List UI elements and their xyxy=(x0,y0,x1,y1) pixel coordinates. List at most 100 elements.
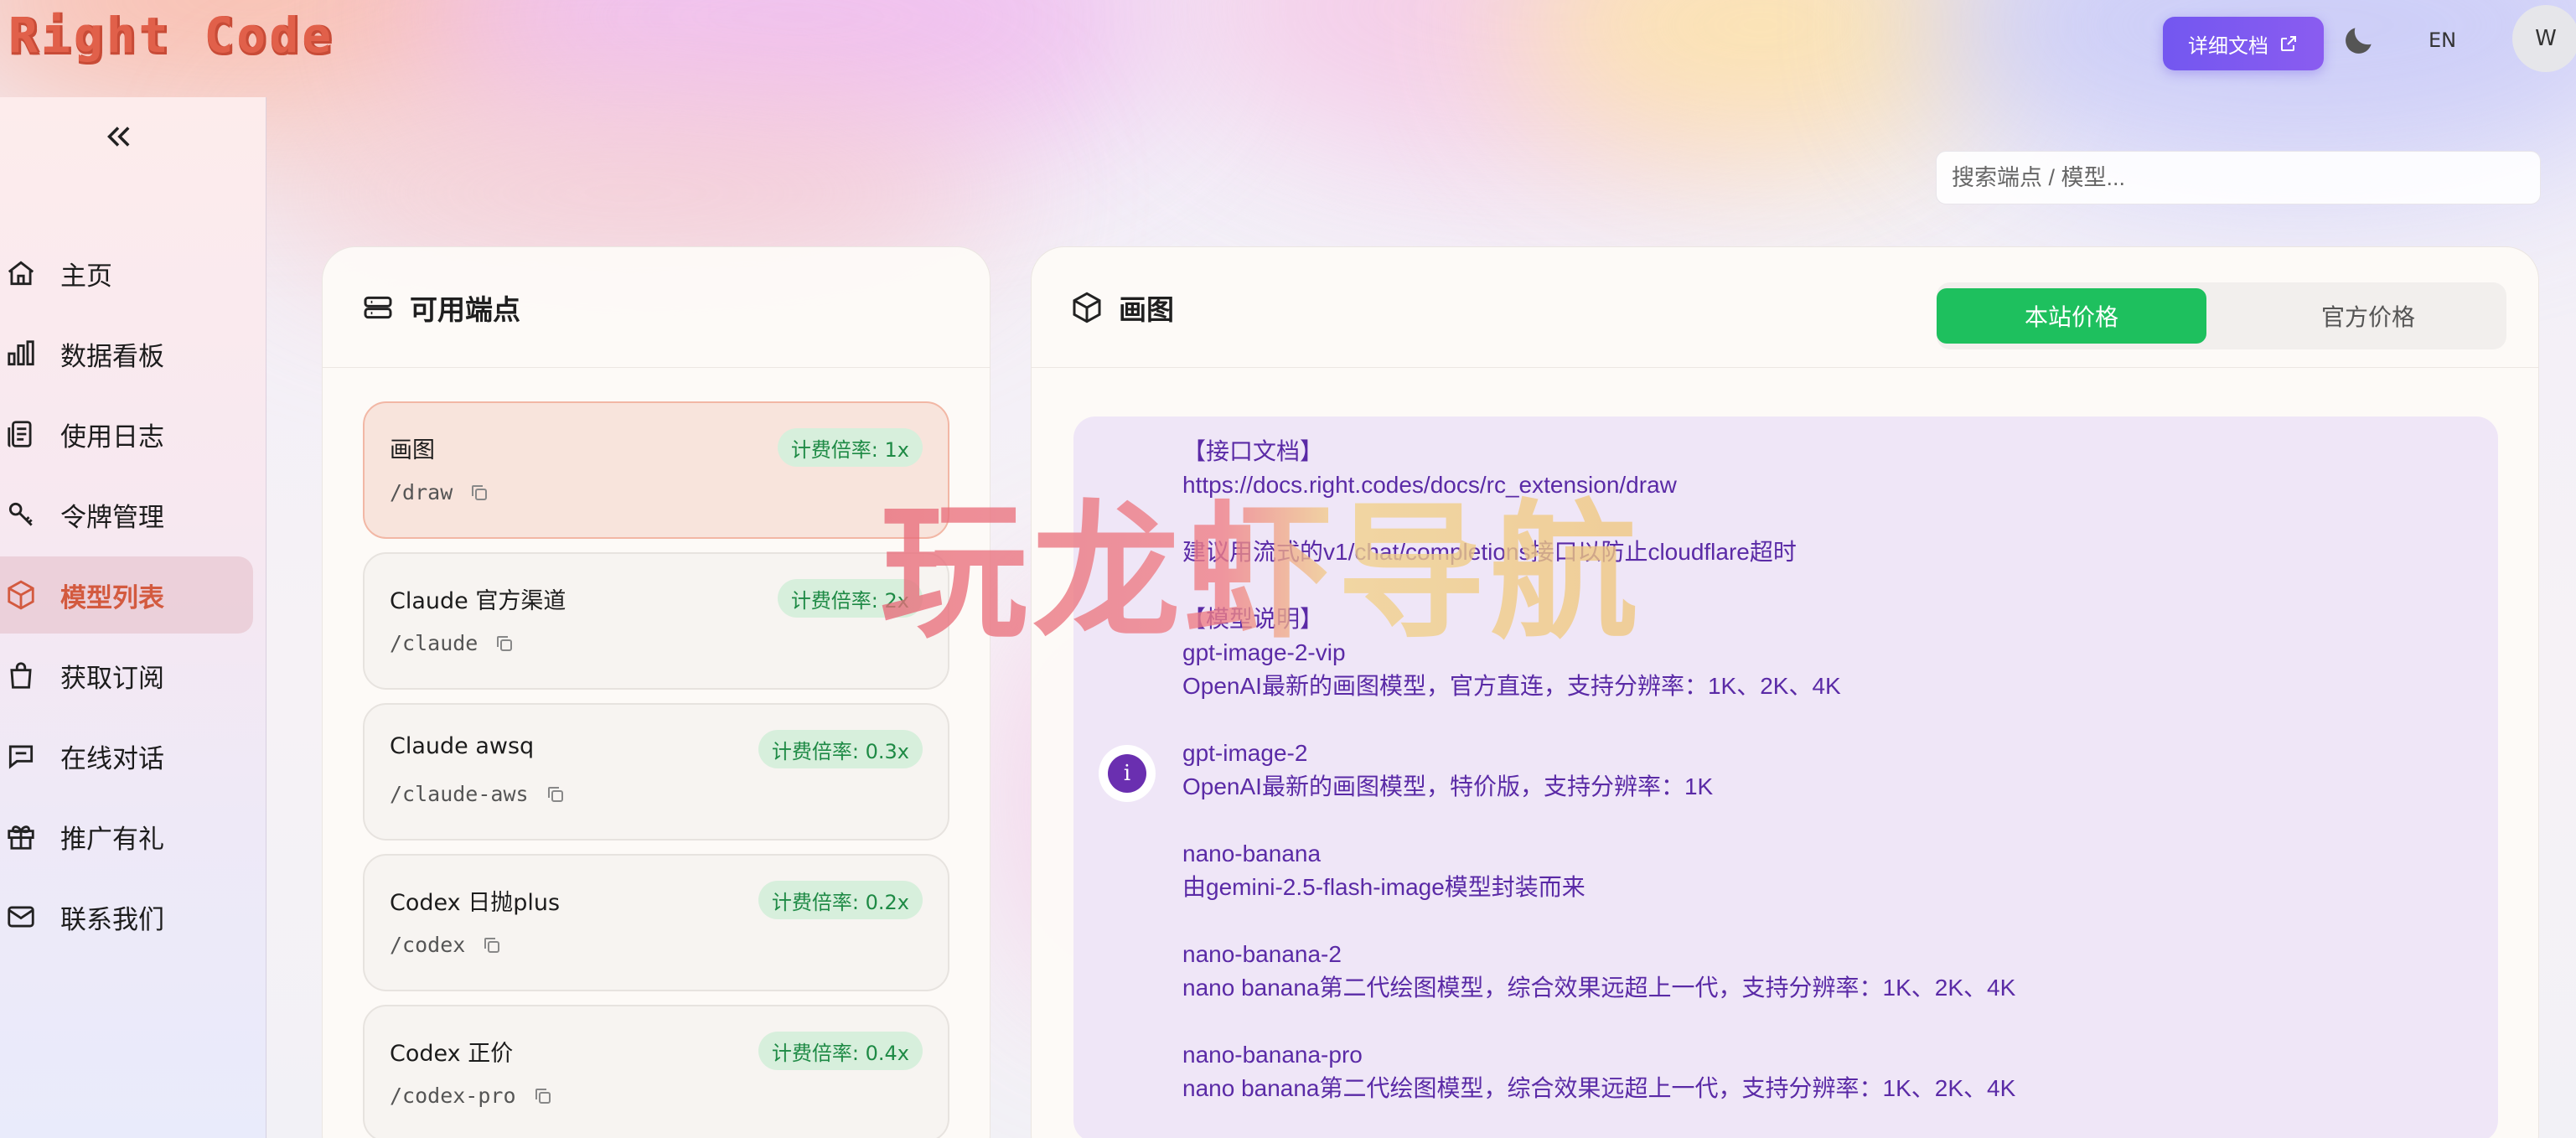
description-line: nano-banana xyxy=(1182,841,1322,866)
tab-official-price[interactable]: 官方价格 xyxy=(2272,282,2465,349)
app-logo[interactable]: Right Code xyxy=(8,7,334,64)
copy-icon[interactable] xyxy=(494,634,515,654)
sidebar-item-label: 数据看板 xyxy=(60,341,164,372)
endpoint-path: /draw xyxy=(390,480,489,504)
endpoint-name: Claude 官方渠道 xyxy=(390,588,566,614)
collapse-sidebar-icon[interactable] xyxy=(101,119,136,154)
model-description-text: 【接口文档】 https://docs.right.codes/docs/rc_… xyxy=(1182,435,2473,1105)
description-line: 【接口文档】 xyxy=(1182,438,1324,464)
sidebar-item-home[interactable]: 主页 xyxy=(0,235,253,312)
log-icon xyxy=(8,421,32,447)
model-detail-panel: 画图 本站价格 官方价格 i 【接口文档】 https://docs.right… xyxy=(1031,246,2539,1138)
sidebar-item-tokens[interactable]: 令牌管理 xyxy=(0,476,253,553)
description-line: nano banana第二代绘图模型，综合效果远超上一代，支持分辨率：1K、2K… xyxy=(1182,975,2016,1001)
endpoint-path-text: /codex xyxy=(390,933,466,957)
sidebar: 主页 数据看板 使用日志 令牌管理 模型列表 获取订阅 在线对话 推广有礼 联系… xyxy=(0,97,266,1138)
description-line: OpenAI最新的画图模型，特价版，支持分辨率：1K xyxy=(1182,773,1714,799)
sidebar-item-contact[interactable]: 联系我们 xyxy=(0,878,253,955)
endpoint-item-codex[interactable]: Codex 日抛plus /codex 计费倍率: 0.2x xyxy=(363,854,949,991)
rate-badge: 计费倍率: 0.2x xyxy=(758,881,923,919)
sidebar-item-models[interactable]: 模型列表 xyxy=(0,556,253,634)
description-line xyxy=(1182,804,2473,837)
endpoint-item-claude[interactable]: Claude 官方渠道 /claude 计费倍率: 2x xyxy=(363,552,949,690)
endpoint-name: Claude awsq xyxy=(390,733,535,759)
description-line xyxy=(1182,569,2473,603)
endpoints-panel-header: 可用端点 xyxy=(323,247,990,368)
info-icon: i xyxy=(1099,745,1156,802)
copy-icon[interactable] xyxy=(533,1086,553,1106)
mail-icon xyxy=(8,906,34,928)
endpoints-panel: 可用端点 画图 /draw 计费倍率: 1x Claude 官方渠道 /clau… xyxy=(322,246,991,1138)
top-header: Right Code 详细文档 EN W xyxy=(0,0,2576,97)
docs-button-label: 详细文档 xyxy=(2188,34,2268,58)
endpoint-name: 画图 xyxy=(390,437,435,463)
server-icon xyxy=(364,296,392,319)
description-line xyxy=(1182,904,2473,938)
copy-icon[interactable] xyxy=(482,935,502,955)
description-line xyxy=(1182,1005,2473,1038)
sidebar-item-chat[interactable]: 在线对话 xyxy=(0,717,253,794)
description-line: gpt-image-2-vip xyxy=(1182,639,1346,665)
endpoint-name: Codex 日抛plus xyxy=(390,890,561,916)
sidebar-item-dashboard[interactable]: 数据看板 xyxy=(0,315,253,392)
description-line: nano-banana-pro xyxy=(1182,1042,1363,1068)
endpoint-item-draw[interactable]: 画图 /draw 计费倍率: 1x xyxy=(363,401,949,539)
endpoint-path: /codex-pro xyxy=(390,1084,553,1108)
description-line: nano banana第二代绘图模型，综合效果远超上一代，支持分辨率：1K、2K… xyxy=(1182,1075,2016,1101)
docs-link[interactable]: https://docs.right.codes/docs/rc_extensi… xyxy=(1182,468,2473,502)
sidebar-item-label: 主页 xyxy=(60,261,112,292)
endpoint-path-text: /claude xyxy=(390,631,478,655)
rate-badge: 计费倍率: 1x xyxy=(777,428,923,467)
model-detail-header: 画图 本站价格 官方价格 xyxy=(1032,247,2538,368)
description-line: 建议用流式的v1/chat/completions接口以防止cloudflare… xyxy=(1182,539,1797,565)
endpoint-path-text: /claude-aws xyxy=(390,782,529,806)
docs-button[interactable]: 详细文档 xyxy=(2163,17,2324,70)
cube-icon xyxy=(1073,292,1101,323)
description-line: 由gemini-2.5-flash-image模型封装而来 xyxy=(1182,874,1585,900)
sidebar-item-label: 获取订阅 xyxy=(60,663,164,694)
endpoint-name: Codex 正价 xyxy=(390,1041,514,1067)
endpoint-item-codex-pro[interactable]: Codex 正价 /codex-pro 计费倍率: 0.4x xyxy=(363,1005,949,1138)
copy-icon[interactable] xyxy=(546,784,566,804)
avatar[interactable]: W xyxy=(2512,5,2576,72)
sidebar-item-label: 令牌管理 xyxy=(60,502,164,533)
tab-site-price[interactable]: 本站价格 xyxy=(1937,288,2206,344)
model-description-box: i 【接口文档】 https://docs.right.codes/docs/r… xyxy=(1073,416,2498,1138)
endpoint-path: /claude-aws xyxy=(390,782,566,806)
description-line: gpt-image-2 xyxy=(1182,740,1308,766)
rate-badge: 计费倍率: 0.3x xyxy=(758,730,923,768)
search-input[interactable] xyxy=(1936,151,2541,204)
description-line: OpenAI最新的画图模型，官方直连，支持分辨率：1K、2K、4K xyxy=(1182,673,1841,699)
home-icon xyxy=(8,261,34,286)
sidebar-item-usage-logs[interactable]: 使用日志 xyxy=(0,396,253,473)
gift-icon xyxy=(8,825,34,850)
language-toggle[interactable]: EN xyxy=(2429,28,2456,52)
chat-icon xyxy=(8,745,34,769)
price-tabs: 本站价格 官方价格 xyxy=(1937,282,2506,349)
endpoint-path: /codex xyxy=(390,933,502,957)
endpoint-path-text: /codex-pro xyxy=(390,1084,516,1108)
endpoint-item-claude-aws[interactable]: Claude awsq /claude-aws 计费倍率: 0.3x xyxy=(363,703,949,841)
description-line xyxy=(1182,703,2473,737)
sidebar-item-label: 使用日志 xyxy=(60,422,164,453)
sidebar-item-referral[interactable]: 推广有礼 xyxy=(0,798,253,875)
sidebar-item-label: 联系我们 xyxy=(60,904,164,935)
model-detail-title: 画图 xyxy=(1119,293,1174,326)
external-link-icon xyxy=(2281,36,2296,51)
sidebar-item-label: 在线对话 xyxy=(60,743,164,774)
description-line: nano-banana-2 xyxy=(1182,941,1342,967)
endpoint-path: /claude xyxy=(390,631,515,655)
description-line: 【模型说明】 xyxy=(1182,606,1324,632)
copy-icon[interactable] xyxy=(469,483,489,503)
sidebar-item-label: 推广有礼 xyxy=(60,824,164,855)
moon-icon[interactable] xyxy=(2341,22,2377,59)
description-line xyxy=(1182,502,2473,535)
cube-icon xyxy=(8,580,34,610)
rate-badge: 计费倍率: 0.4x xyxy=(758,1032,923,1070)
sidebar-item-label: 模型列表 xyxy=(60,582,164,613)
key-icon xyxy=(8,502,33,526)
rate-badge: 计费倍率: 2x xyxy=(777,579,923,618)
bar-chart-icon xyxy=(8,340,34,366)
sidebar-item-subscribe[interactable]: 获取订阅 xyxy=(0,637,253,714)
endpoint-path-text: /draw xyxy=(390,480,453,504)
